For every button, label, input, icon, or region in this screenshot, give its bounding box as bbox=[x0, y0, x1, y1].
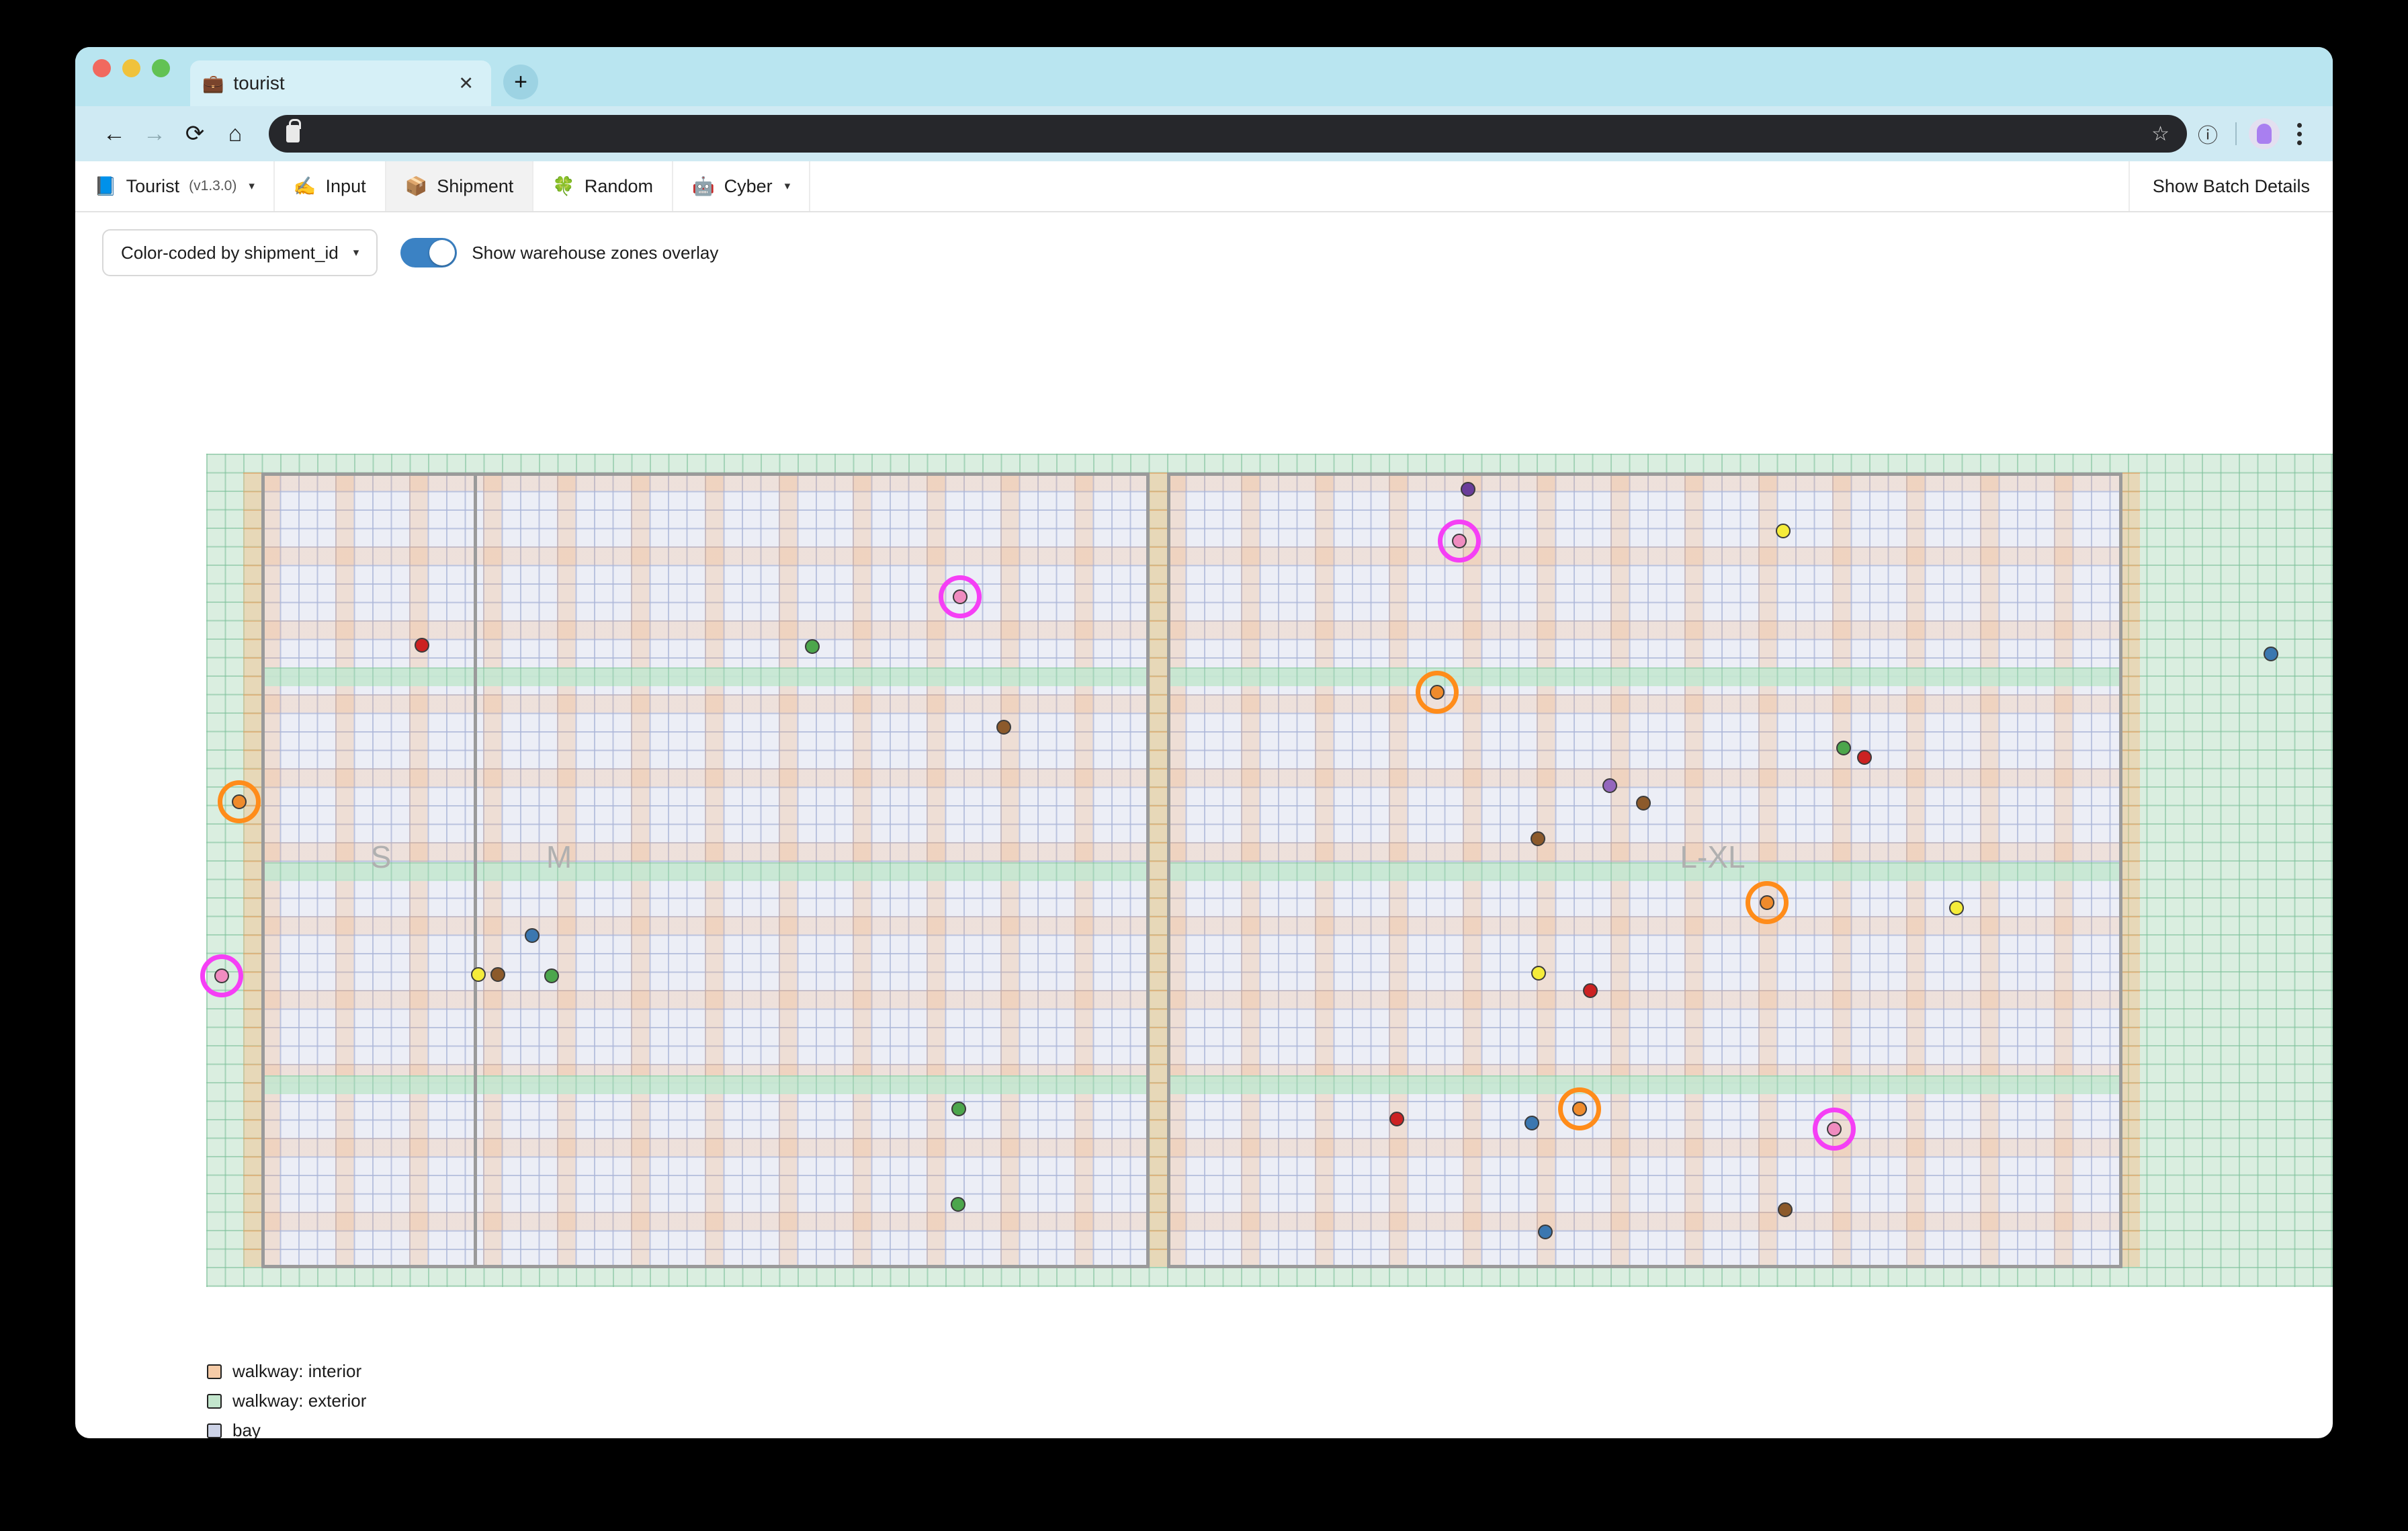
app-version-label: (v1.3.0) bbox=[189, 178, 237, 194]
app-menu-spacer bbox=[810, 161, 2130, 211]
bookmark-star-icon[interactable]: ☆ bbox=[2151, 122, 2169, 146]
scatter-point[interactable] bbox=[1602, 778, 1617, 793]
menu-item-cyber[interactable]: 🤖 Cyber ▾ bbox=[673, 161, 811, 211]
show-batch-details-button[interactable]: Show Batch Details bbox=[2130, 161, 2333, 211]
scatter-point[interactable] bbox=[951, 1197, 965, 1212]
zone-label-m: M bbox=[546, 839, 572, 874]
chevron-down-icon[interactable]: ▾ bbox=[249, 179, 255, 193]
app-brand-menu[interactable]: 📘 Tourist (v1.3.0) ▾ bbox=[75, 161, 275, 211]
chevron-down-icon: ▾ bbox=[353, 246, 359, 259]
scatter-point[interactable] bbox=[1776, 524, 1791, 538]
menu-item-cyber-label: Cyber bbox=[724, 175, 773, 196]
book-icon: 📘 bbox=[94, 176, 117, 196]
scatter-point[interactable] bbox=[1836, 741, 1851, 755]
tab-strip: 💼 tourist ✕ + bbox=[75, 47, 2333, 106]
scatter-point[interactable] bbox=[1461, 482, 1475, 497]
menu-item-input-label: Input bbox=[325, 175, 366, 196]
scatter-point[interactable] bbox=[2264, 647, 2278, 661]
scatter-point[interactable] bbox=[1949, 901, 1964, 915]
scatter-point[interactable] bbox=[953, 589, 968, 604]
avatar-head-icon bbox=[2257, 124, 2272, 144]
legend-swatch bbox=[207, 1364, 222, 1379]
close-icon[interactable]: ✕ bbox=[453, 73, 479, 94]
scatter-point[interactable] bbox=[471, 967, 486, 982]
scatter-point[interactable] bbox=[1857, 750, 1872, 765]
back-icon[interactable]: ← bbox=[94, 114, 134, 154]
scatter-point[interactable] bbox=[525, 928, 540, 943]
scatter-point[interactable] bbox=[415, 638, 429, 653]
scatter-point[interactable] bbox=[805, 639, 820, 654]
scatter-point[interactable] bbox=[232, 794, 247, 809]
new-tab-button[interactable]: + bbox=[503, 65, 538, 99]
legend-label: walkway: interior bbox=[232, 1361, 362, 1381]
kebab-menu-icon[interactable] bbox=[2285, 122, 2314, 145]
address-bar[interactable]: ☆ bbox=[269, 115, 2187, 153]
menu-item-input[interactable]: ✍️ Input bbox=[275, 161, 386, 211]
browser-window: 💼 tourist ✕ + ← → ⟳ ⌂ ☆ ⓘ 📘 Tourist (v1.… bbox=[75, 47, 2333, 1438]
scatter-point[interactable] bbox=[1452, 534, 1467, 548]
scatter-point[interactable] bbox=[544, 968, 559, 983]
browser-tab[interactable]: 💼 tourist ✕ bbox=[190, 60, 491, 106]
legend-label: walkway: exterior bbox=[232, 1391, 367, 1411]
forward-icon[interactable]: → bbox=[134, 114, 175, 154]
color-coding-select[interactable]: Color-coded by shipment_id ▾ bbox=[102, 229, 378, 276]
scatter-point[interactable] bbox=[996, 720, 1011, 735]
color-coding-select-label: Color-coded by shipment_id bbox=[121, 242, 339, 263]
app-brand-label: Tourist bbox=[126, 175, 180, 196]
home-icon[interactable]: ⌂ bbox=[215, 114, 255, 154]
scatter-point[interactable] bbox=[1583, 983, 1598, 998]
scatter-point[interactable] bbox=[1538, 1225, 1553, 1239]
writing-hand-icon: ✍️ bbox=[293, 176, 316, 196]
legend: walkway: interior walkway: exterior bay bbox=[207, 1361, 366, 1438]
scatter-point[interactable] bbox=[214, 968, 229, 983]
legend-label: bay bbox=[232, 1420, 261, 1438]
zone-label-s: S bbox=[370, 839, 392, 874]
scatter-point[interactable] bbox=[1430, 685, 1445, 700]
scatter-point[interactable] bbox=[1778, 1202, 1793, 1217]
scatter-point[interactable] bbox=[1636, 796, 1651, 811]
minimize-window-button[interactable] bbox=[122, 58, 140, 77]
maximize-window-button[interactable] bbox=[152, 58, 170, 77]
app-menu-bar: 📘 Tourist (v1.3.0) ▾ ✍️ Input 📦 Shipment… bbox=[75, 161, 2333, 212]
close-window-button[interactable] bbox=[93, 58, 111, 77]
legend-item: walkway: interior bbox=[207, 1361, 366, 1382]
menu-item-shipment-label: Shipment bbox=[437, 175, 514, 196]
avatar[interactable] bbox=[2249, 118, 2280, 149]
clover-icon: 🍀 bbox=[552, 176, 575, 196]
legend-item: bay bbox=[207, 1420, 366, 1438]
scatter-point[interactable] bbox=[1531, 966, 1546, 981]
menu-item-random[interactable]: 🍀 Random bbox=[533, 161, 673, 211]
menu-item-shipment[interactable]: 📦 Shipment bbox=[386, 161, 534, 211]
zone-label-l-xl: L-XL bbox=[1680, 839, 1746, 874]
scatter-point[interactable] bbox=[490, 967, 505, 982]
zones-overlay-label: Show warehouse zones overlay bbox=[472, 242, 719, 263]
reload-icon[interactable]: ⟳ bbox=[175, 114, 215, 154]
legend-swatch bbox=[207, 1393, 222, 1409]
suitcase-icon: 💼 bbox=[202, 73, 224, 93]
extensions-icon[interactable]: ⓘ bbox=[2187, 119, 2229, 149]
legend-item: walkway: exterior bbox=[207, 1391, 366, 1411]
warehouse-map[interactable]: S M L-XL bbox=[200, 454, 2333, 1287]
menu-item-random-label: Random bbox=[584, 175, 653, 196]
zones-overlay-toggle-wrap: Show warehouse zones overlay bbox=[400, 238, 718, 267]
scatter-point[interactable] bbox=[1760, 895, 1774, 910]
zones-overlay-toggle[interactable] bbox=[400, 238, 458, 267]
tab-title: tourist bbox=[233, 73, 285, 93]
scatter-point[interactable] bbox=[1389, 1112, 1404, 1126]
scatter-point[interactable] bbox=[1827, 1122, 1842, 1136]
scatter-point[interactable] bbox=[1531, 831, 1545, 846]
window-traffic-lights bbox=[93, 47, 170, 106]
browser-toolbar: ← → ⟳ ⌂ ☆ ⓘ bbox=[75, 106, 2333, 161]
package-icon: 📦 bbox=[404, 176, 428, 196]
lock-icon bbox=[286, 119, 301, 142]
scatter-point[interactable] bbox=[1524, 1116, 1539, 1130]
robot-icon: 🤖 bbox=[691, 176, 715, 196]
controls-row: Color-coded by shipment_id ▾ Show wareho… bbox=[75, 212, 2333, 293]
chevron-down-icon[interactable]: ▾ bbox=[785, 179, 791, 193]
scatter-point[interactable] bbox=[951, 1102, 966, 1116]
toolbar-divider bbox=[2235, 122, 2237, 145]
scatter-overlay: S M L-XL bbox=[200, 454, 2333, 1287]
scatter-point[interactable] bbox=[1572, 1102, 1587, 1116]
legend-swatch bbox=[207, 1423, 222, 1438]
